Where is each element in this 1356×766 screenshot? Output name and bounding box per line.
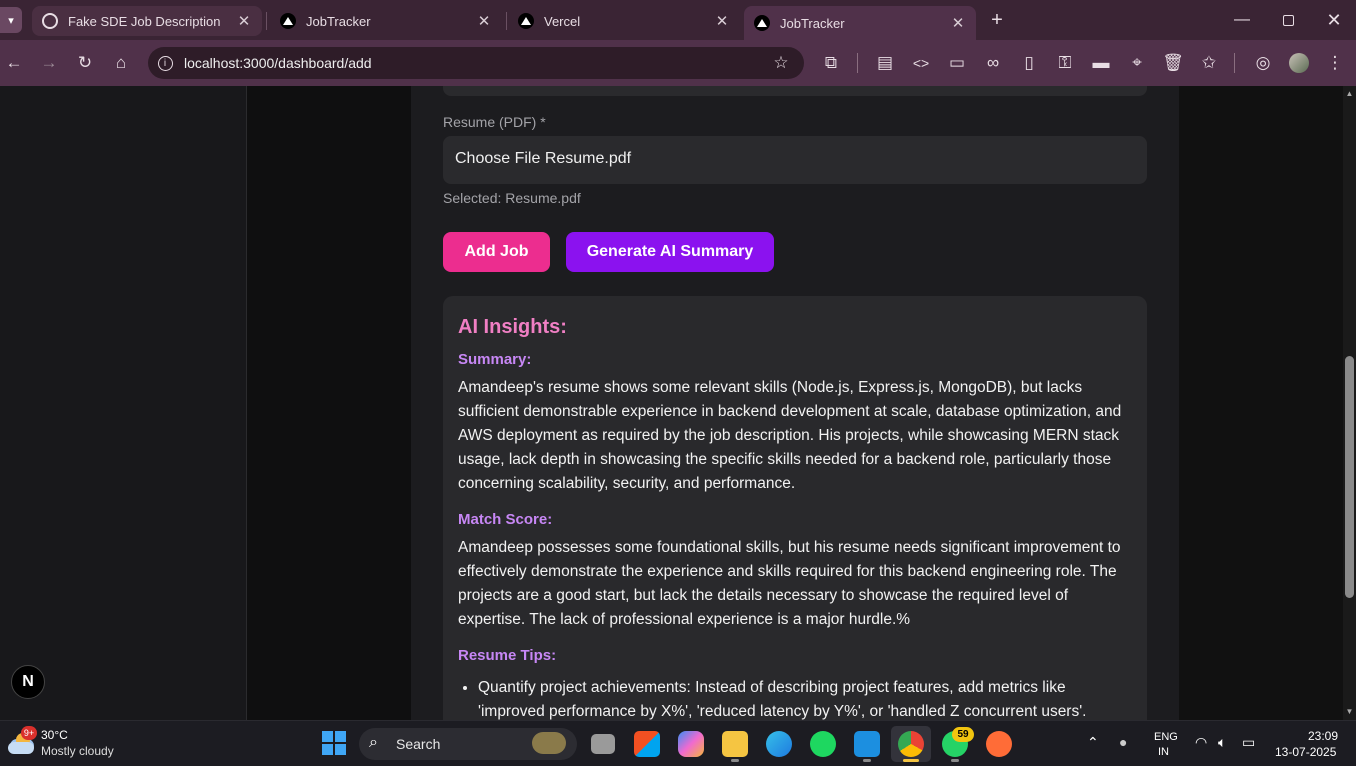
resume-tips-heading: Resume Tips:	[458, 647, 557, 664]
close-window-button[interactable]: ✕	[1311, 0, 1356, 40]
devices-icon[interactable]: ▭	[945, 51, 969, 75]
close-icon[interactable]: ✕	[714, 12, 730, 30]
forward-button[interactable]: →	[37, 51, 61, 75]
clock-date[interactable]: 13-07-2025	[1275, 745, 1336, 759]
battery-icon[interactable]: ▭	[1242, 734, 1255, 751]
resume-file-input[interactable]: Choose File Resume.pdf	[443, 136, 1147, 184]
link-icon[interactable]: ∞	[981, 51, 1005, 75]
vercel-triangle-icon	[518, 13, 534, 29]
minimize-button[interactable]: —	[1219, 0, 1265, 40]
profile-avatar[interactable]	[1289, 53, 1309, 73]
reload-button[interactable]: ↻	[73, 51, 97, 75]
vercel-triangle-icon	[754, 15, 770, 31]
browser-tab-strip: ▾ Fake SDE Job Description ✕ JobTracker …	[0, 0, 1356, 40]
tab-title: JobTracker	[306, 13, 371, 29]
nextjs-dev-badge[interactable]: N	[11, 665, 45, 699]
add-job-button[interactable]: Add Job	[443, 232, 550, 272]
tab-vercel[interactable]: Vercel ✕	[508, 6, 740, 36]
ai-insights-title: AI Insights:	[458, 316, 567, 338]
close-icon[interactable]: ✕	[476, 12, 492, 30]
language-indicator[interactable]: ENG	[1154, 731, 1178, 743]
scroll-up-arrow-icon[interactable]: ▲	[1345, 89, 1354, 98]
copilot-icon[interactable]	[678, 731, 704, 757]
list-item: Quantify project achievements: Instead o…	[478, 676, 1133, 720]
match-score-heading: Match Score:	[458, 511, 553, 528]
scroll-down-arrow-icon[interactable]: ▼	[1345, 707, 1354, 716]
new-tab-button[interactable]: +	[986, 8, 1008, 32]
match-score-text: Amandeep possesses some foundational ski…	[458, 539, 1121, 628]
clock-time[interactable]: 23:09	[1308, 729, 1338, 743]
spotify-icon[interactable]	[810, 731, 836, 757]
tab-title: JobTracker	[780, 15, 845, 31]
dashboard-sidebar	[0, 86, 247, 720]
vscode-icon[interactable]	[854, 731, 880, 757]
url-text[interactable]: localhost:3000/dashboard/add	[184, 55, 372, 71]
restore-button[interactable]	[1265, 0, 1311, 40]
chevron-down-icon: ▾	[8, 14, 14, 27]
wifi-icon[interactable]: ◠	[1195, 734, 1207, 751]
back-button[interactable]: ←	[2, 51, 26, 75]
volume-icon[interactable]: 🔈︎	[1218, 734, 1226, 751]
vercel-triangle-icon	[280, 13, 296, 29]
code-icon[interactable]: <>	[909, 51, 933, 75]
microsoft-store-icon[interactable]	[634, 731, 660, 757]
search-label: Search	[396, 736, 441, 752]
selected-file-text: Selected: Resume.pdf	[443, 190, 581, 206]
tab-title: Vercel	[544, 13, 581, 29]
windows-start-icon[interactable]	[322, 731, 346, 755]
running-indicator	[863, 759, 871, 762]
tab-search-button[interactable]: ▾	[0, 7, 22, 33]
bookmark-star-icon[interactable]: ☆	[769, 51, 793, 75]
summary-heading: Summary:	[458, 351, 532, 368]
tab-layout-icon[interactable]: ▤	[873, 51, 897, 75]
trash-icon[interactable]: 🗑	[1161, 51, 1185, 75]
running-indicator	[951, 759, 959, 762]
postman-icon[interactable]	[986, 731, 1012, 757]
card-icon[interactable]: ▬	[1089, 51, 1113, 75]
performance-icon[interactable]: ◎	[1251, 51, 1275, 75]
region-indicator[interactable]: IN	[1158, 746, 1169, 758]
site-info-icon[interactable]: i	[153, 51, 177, 75]
scroll-thumb[interactable]	[1345, 356, 1354, 598]
chevron-up-icon[interactable]: ⌃	[1087, 734, 1099, 751]
extensions-icon[interactable]: ⧉	[819, 51, 843, 75]
resume-tips-list: Quantify project achievements: Instead o…	[458, 676, 1133, 720]
close-icon[interactable]: ✕	[236, 12, 252, 30]
restore-icon	[1282, 14, 1294, 26]
tab-jobtracker-active[interactable]: JobTracker ✕	[744, 6, 976, 40]
chatgpt-icon	[42, 13, 58, 29]
location-icon[interactable]: ⌖	[1125, 51, 1149, 75]
home-button[interactable]: ⌂	[109, 51, 133, 75]
weather-temperature[interactable]: 30°C	[41, 728, 68, 742]
tab-divider	[266, 12, 267, 30]
weather-description[interactable]: Mostly cloudy	[41, 744, 114, 758]
favorites-icon[interactable]: ✩	[1197, 51, 1221, 75]
whatsapp-badge: 59	[952, 727, 974, 742]
summary-text: Amandeep's resume shows some relevant sk…	[458, 379, 1122, 492]
reading-mode-icon[interactable]: ▯	[1017, 51, 1041, 75]
running-indicator	[903, 759, 919, 762]
search-highlight-icon	[532, 732, 566, 754]
edge-icon[interactable]	[766, 731, 792, 757]
close-icon[interactable]: ✕	[950, 14, 966, 32]
task-view-icon[interactable]	[591, 734, 615, 754]
page-viewport: Resume (PDF) * Choose File Resume.pdf Se…	[0, 86, 1343, 720]
tab-fake-sde[interactable]: Fake SDE Job Description ✕	[32, 6, 262, 36]
tab-divider	[506, 12, 507, 30]
toolbar-divider	[857, 53, 858, 73]
generate-ai-summary-button[interactable]: Generate AI Summary	[566, 232, 774, 272]
toolbar-divider	[1234, 53, 1235, 73]
file-explorer-icon[interactable]	[722, 731, 748, 757]
previous-input-field[interactable]	[443, 86, 1147, 96]
network-alert-icon[interactable]: ●	[1119, 734, 1127, 750]
weather-badge: 9+	[21, 726, 37, 740]
resume-label: Resume (PDF) *	[443, 114, 546, 130]
running-indicator	[731, 759, 739, 762]
tab-title: Fake SDE Job Description	[68, 13, 221, 29]
search-icon: ⌕	[369, 734, 378, 751]
menu-icon[interactable]: ⋮	[1323, 51, 1347, 75]
chrome-icon[interactable]	[898, 731, 924, 757]
key-icon[interactable]: ⚿	[1053, 51, 1077, 75]
tab-jobtracker-1[interactable]: JobTracker ✕	[270, 6, 502, 36]
